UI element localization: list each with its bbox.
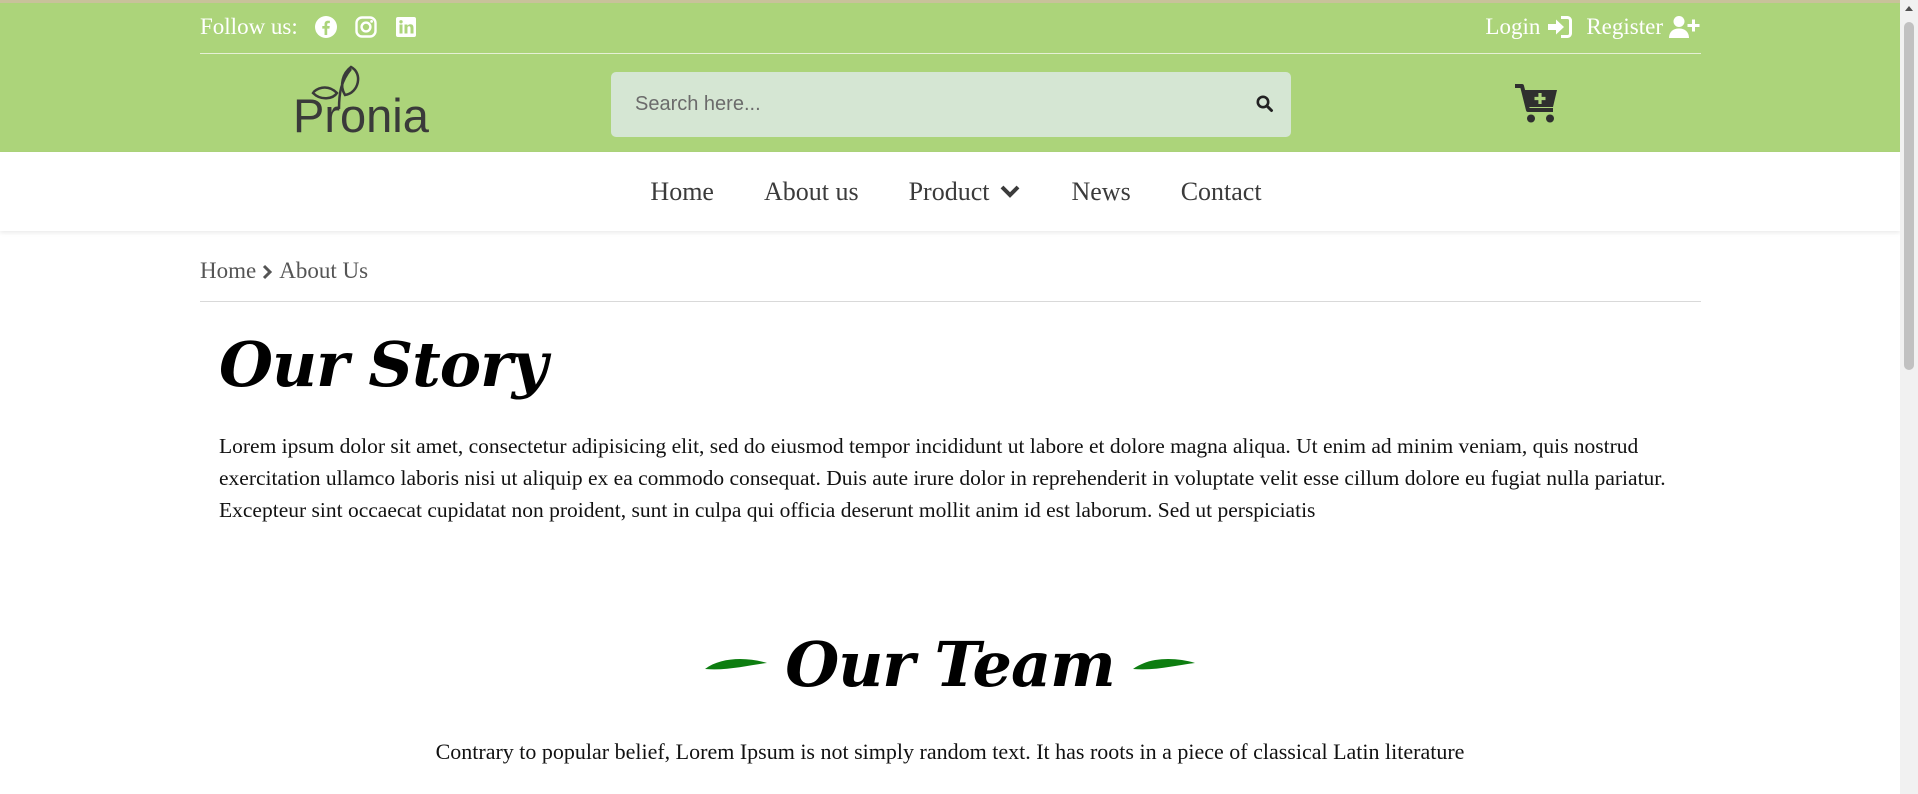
story-paragraph: Lorem ipsum dolor sit amet, consectetur … [219,434,1666,522]
header-main: Pronia [200,3,1701,155]
chevron-down-icon [1001,185,1020,198]
scroll-up-arrow-icon[interactable] [1905,6,1913,11]
nav-item-label: Contact [1180,176,1262,206]
chevron-right-icon [263,264,273,280]
scrollbar-thumb[interactable] [1904,22,1914,370]
logo-text: Pronia [293,89,429,142]
cart-button[interactable] [1514,83,1560,125]
search-button[interactable] [1255,94,1275,114]
main-navigation: Home About us Product News Contact [0,152,1900,231]
search-bar [611,72,1291,137]
nav-item-label: About us [763,176,859,206]
nav-item-contact[interactable]: Contact [1181,177,1262,207]
nav-menu: Home About us Product News Contact [0,152,1900,231]
nav-item-home[interactable]: Home [650,177,714,207]
nav-item-label: News [1071,176,1131,206]
nav-item-news[interactable]: News [1071,177,1130,207]
nav-item-label: Product [908,176,990,206]
nav-item-label: Home [650,176,714,206]
search-icon [1256,95,1273,112]
leaf-decoration-left-icon [705,658,768,669]
breadcrumb-current: About Us [279,258,369,283]
team-heading: Our Team [785,628,1116,701]
search-input[interactable] [611,72,1231,137]
logo[interactable]: Pronia [293,63,438,143]
top-header: Follow us: Login Register Pronia Search … [0,0,1900,152]
nav-item-about-us[interactable]: About us [764,177,859,207]
breadcrumb: Home About Us [200,258,1701,302]
cart-plus-icon [1515,84,1557,123]
scrollbar[interactable] [1900,0,1918,794]
team-heading-row: Our Team [0,628,1900,701]
nav-item-product[interactable]: Product [909,177,1022,207]
story-heading: Our Story [219,328,548,401]
leaf-decoration-right-icon [1132,658,1195,669]
team-paragraph: Contrary to popular belief, Lorem Ipsum … [435,739,1465,764]
breadcrumb-home-link[interactable]: Home [200,258,256,284]
